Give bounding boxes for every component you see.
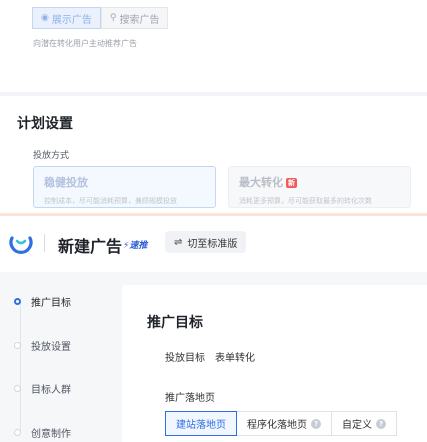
help-icon: ? xyxy=(376,418,386,429)
max-conversion-title: 最大转化 xyxy=(239,176,283,189)
landing-page-label: 推广落地页 xyxy=(165,393,215,404)
tab-label: 自定义 xyxy=(342,420,372,431)
help-icon: ? xyxy=(311,418,321,429)
steady-delivery-desc: 控制成本，尽可能消耗预算，兼顾规模投放 xyxy=(44,197,177,205)
display-ad-option[interactable]: ◉ 展示广告 xyxy=(32,7,101,29)
step-delivery-settings[interactable]: 投放设置 xyxy=(14,338,71,353)
switch-standard-button[interactable]: ⇌ 切至标准版 xyxy=(165,231,247,253)
ad-type-card: ◉ 展示广告 ⚲ 搜索广告 向潜在转化用户主动推荐广告 xyxy=(0,0,427,92)
search-ad-option[interactable]: ⚲ 搜索广告 xyxy=(100,7,169,29)
max-conversion-option[interactable]: 最大转化新 消耗更多预算，尽可能获取最多的转化次数 xyxy=(228,166,411,208)
step-dot xyxy=(14,385,21,392)
target-row: 投放目标 表单转化 xyxy=(165,349,255,364)
ad-type-segmented: ◉ 展示广告 ⚲ 搜索广告 xyxy=(32,7,169,29)
steady-delivery-option[interactable]: 稳健投放 控制成本，尽可能消耗预算，兼顾规模投放 xyxy=(33,166,216,208)
step-promotion-target[interactable]: 推广目标 xyxy=(14,294,71,309)
target-label: 投放目标 xyxy=(165,353,205,364)
step-label: 目标人群 xyxy=(31,385,71,396)
tab-site-landing-page[interactable]: 建站落地页 xyxy=(165,411,237,436)
step-dot xyxy=(14,342,21,349)
stepper-line xyxy=(20,303,21,433)
switch-standard-label: 切至标准版 xyxy=(187,238,238,250)
app-logo-icon xyxy=(9,236,33,254)
section-title: 推广目标 xyxy=(147,315,203,331)
ad-type-hint: 向潜在转化用户主动推荐广告 xyxy=(33,39,137,48)
max-conversion-title-row: 最大转化新 xyxy=(239,174,400,190)
step-creative-production[interactable]: 创意制作 xyxy=(14,425,71,440)
step-dot-active xyxy=(14,298,21,305)
step-target-audience[interactable]: 目标人群 xyxy=(14,381,71,396)
page-title: 新建广告 xyxy=(58,237,123,256)
top-panel: ◉ 展示广告 ⚲ 搜索广告 向潜在转化用户主动推荐广告 计划设置 投放方式 稳健… xyxy=(0,0,427,216)
plan-settings-title: 计划设置 xyxy=(17,116,73,132)
search-icon: ⚲ xyxy=(109,13,117,23)
speed-badge-label: 速推 xyxy=(129,241,148,251)
map-pin-icon: ◉ xyxy=(41,13,49,23)
tab-label: 建站落地页 xyxy=(176,420,226,431)
step-label: 创意制作 xyxy=(31,429,71,440)
header-separator xyxy=(44,234,45,252)
tab-programmatic-landing-page[interactable]: 程序化落地页? xyxy=(236,411,332,436)
step-dot xyxy=(14,429,21,436)
max-conversion-desc: 消耗更多预算，尽可能获取最多的转化次数 xyxy=(239,197,372,205)
speed-badge: ⚡速推 xyxy=(123,241,148,251)
search-ad-label: 搜索广告 xyxy=(119,14,160,26)
target-value: 表单转化 xyxy=(215,353,255,364)
landing-page-tabs: 建站落地页 程序化落地页? 自定义? xyxy=(165,411,397,436)
swap-icon: ⇌ xyxy=(174,236,183,248)
delivery-method-label: 投放方式 xyxy=(33,151,70,161)
tab-custom[interactable]: 自定义? xyxy=(331,411,397,436)
tab-label: 程序化落地页 xyxy=(247,420,307,431)
app-header: 新建广告 ⚡速推 ⇌ 切至标准版 xyxy=(0,216,427,272)
steady-delivery-title: 稳健投放 xyxy=(44,176,88,189)
display-ad-label: 展示广告 xyxy=(51,14,92,26)
new-badge: 新 xyxy=(286,178,297,188)
step-label: 投放设置 xyxy=(31,342,71,353)
step-label: 推广目标 xyxy=(31,298,71,309)
